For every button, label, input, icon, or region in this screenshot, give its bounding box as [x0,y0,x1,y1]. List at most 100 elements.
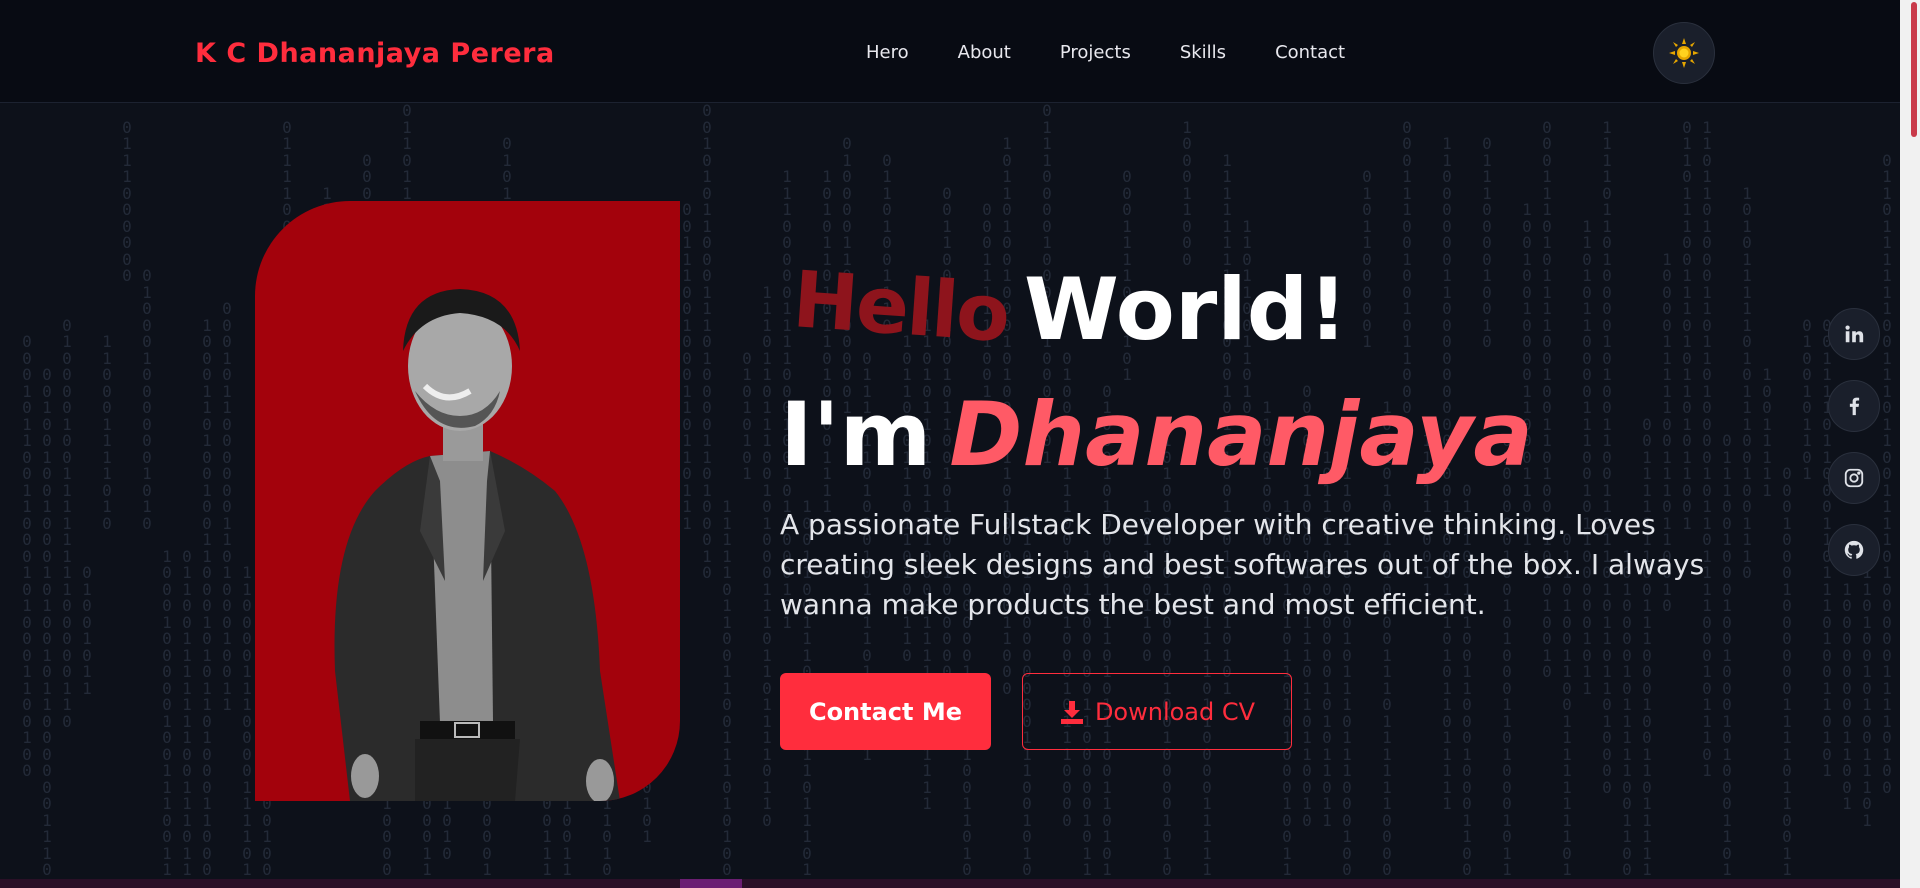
matrix-column: 1 0 1 0 1 1 1 1 1 0 1 0 1 1 1 0 0 1 0 0 … [1742,183,1752,582]
matrix-column: 1 0 1 1 1 0 1 1 0 0 [1142,497,1152,665]
social-links [1828,308,1880,596]
matrix-column: 0 0 0 0 0 1 1 1 0 0 1 0 0 1 1 0 1 0 0 [962,579,972,888]
matrix-column: 0 0 1 0 0 0 1 0 0 0 1 1 0 1 1 1 1 0 1 1 … [1302,381,1312,830]
matrix-column: 1 1 0 1 1 1 0 0 0 0 1 0 1 1 1 0 1 1 1 0 … [1342,464,1352,888]
sun-icon [1669,38,1699,68]
matrix-column: 0 0 0 1 1 1 0 0 1 0 0 1 0 1 1 0 0 0 0 [1402,117,1412,434]
page-scrollbar[interactable] [1900,0,1920,888]
name-line: I'm Dhananjaya [780,383,1533,486]
matrix-column: 0 0 1 0 0 1 0 0 1 0 0 0 1 0 1 0 0 1 0 1 … [42,365,52,879]
brand-logo[interactable]: K C Dhananjaya Perera [195,38,555,69]
matrix-column: 0 0 0 1 0 1 1 0 0 0 0 0 0 1 1 0 1 0 0 0 … [222,299,232,714]
matrix-column: 1 0 0 1 1 1 1 0 1 1 0 0 0 0 1 1 1 1 1 0 [1202,563,1212,888]
matrix-column: 1 1 0 0 0 1 1 1 1 0 1 0 [102,332,112,533]
github-icon [1844,540,1864,559]
nav-link-contact[interactable]: Contact [1275,42,1345,63]
matrix-column: 0 1 0 1 0 1 0 1 [742,348,752,483]
hello-text: Hello [790,255,1012,361]
matrix-column: 0 1 0 0 0 0 1 0 0 1 1 1 1 1 1 1 1 0 0 0 … [62,315,72,731]
matrix-column: 1 0 1 1 0 0 0 1 1 1 0 1 1 0 1 0 1 1 1 0 [902,332,912,665]
matrix-column: 1 0 1 0 1 1 0 1 0 1 1 0 1 0 0 0 0 1 1 1 … [822,167,832,516]
linkedin-button[interactable] [1828,308,1880,360]
matrix-column: 0 1 1 1 0 0 1 0 0 0 1 0 0 1 0 0 0 1 0 1 … [1722,431,1732,888]
matrix-column: 0 1 0 0 0 1 0 0 0 0 0 0 1 0 1 0 [142,266,152,533]
contact-me-label: Contact Me [808,697,963,726]
matrix-column: 1 1 0 0 0 0 1 1 1 0 0 0 0 1 1 1 1 0 1 0 [242,563,252,888]
matrix-column: 1 0 1 0 0 0 0 1 0 1 1 1 1 1 0 0 1 1 0 0 … [1622,546,1632,888]
matrix-column: 1 1 1 1 1 1 1 1 1 1 0 0 0 0 1 0 1 1 1 0 … [1222,150,1232,698]
matrix-column: 0 1 1 0 1 1 1 1 1 1 0 0 1 1 1 0 1 1 0 0 … [1882,150,1892,797]
im-text: I'm [780,383,932,486]
matrix-column: 1 0 0 1 0 1 0 1 1 0 1 0 1 0 0 1 1 1 0 1 … [1382,398,1392,888]
matrix-column: 0 1 1 0 1 0 0 1 1 0 0 1 1 1 1 1 1 1 1 0 … [1562,530,1572,888]
matrix-column: 0 0 0 1 0 0 0 1 0 0 0 0 0 0 1 1 1 1 0 1 … [1782,464,1792,888]
facebook-button[interactable] [1828,380,1880,432]
matrix-column: 0 0 0 1 1 1 0 1 0 1 1 1 1 0 0 1 0 0 1 1 … [1542,117,1552,681]
matrix-column: 1 0 0 0 0 1 1 1 1 1 0 0 1 1 1 0 1 1 0 0 … [1662,249,1672,615]
matrix-column: 0 1 0 0 0 1 0 1 0 0 0 0 1 0 1 1 0 1 0 1 … [1102,381,1112,888]
nav-link-about[interactable]: About [958,42,1011,63]
matrix-column: 1 1 1 0 0 0 0 0 1 1 1 1 0 0 0 1 0 0 1 0 … [782,167,792,632]
matrix-column: 1 1 0 0 1 0 0 0 0 [1262,398,1272,549]
matrix-column: 1 1 1 1 0 1 1 0 1 0 0 0 0 1 0 1 0 0 1 1 … [1602,117,1612,797]
matrix-column: 1 1 0 1 1 0 0 1 1 0 1 0 [1242,216,1252,417]
matrix-column: 1 0 0 0 1 1 0 1 0 0 1 0 0 1 1 0 0 0 1 0 … [202,315,212,888]
matrix-column: 0 1 0 0 1 0 1 1 [82,563,92,698]
scrollbar-thumb[interactable] [1911,2,1917,137]
matrix-column: 0 1 1 0 1 1 1 0 0 1 1 1 0 1 0 1 1 0 1 0 … [1682,117,1692,533]
facebook-icon [1849,397,1860,416]
matrix-column: 1 0 0 0 0 1 0 1 0 1 1 0 1 0 1 0 0 0 1 0 … [1282,497,1292,888]
matrix-column: 0 0 0 1 1 1 1 0 0 1 1 0 1 [1122,167,1132,384]
download-cv-label: Download CV [1094,697,1256,726]
matrix-column: 0 0 1 1 1 1 1 1 1 0 0 1 1 1 0 0 0 1 0 0 … [1642,414,1652,888]
hero-tagline: A passionate Fullstack Developer with cr… [780,508,1705,621]
matrix-column: 1 0 0 0 1 1 0 0 0 [1182,117,1192,269]
matrix-column: 0 1 1 1 0 0 0 0 1 0 0 0 1 0 1 0 0 0 0 0 … [1042,103,1052,467]
matrix-column: 1 1 0 0 0 0 0 0 1 1 0 0 0 0 0 0 0 0 0 1 … [1442,134,1452,813]
matrix-column: 0 0 1 0 1 0 1 1 0 0 0 1 1 1 0 1 0 0 0 0 … [702,103,712,582]
matrix-column: 0 0 0 1 1 1 1 1 1 0 0 1 0 [982,200,992,417]
matrix-column: 1 1 0 1 0 1 1 0 1 0 1 1 0 1 0 0 0 0 1 1 … [922,315,932,813]
bottom-scroll-indicator [680,879,742,888]
instagram-icon [1844,468,1864,488]
matrix-column: 0 1 0 0 0 0 0 1 1 1 0 0 1 0 0 0 1 0 0 0 … [1062,348,1072,830]
matrix-column: 0 1 1 0 1 0 0 1 1 1 0 [882,150,892,335]
matrix-column: 0 1 1 1 0 0 1 0 1 0 0 1 1 0 0 0 1 0 0 0 … [1462,480,1472,888]
profile-photo-card [255,201,680,801]
nav-link-skills[interactable]: Skills [1180,42,1226,63]
matrix-column: 0 1 1 0 0 1 1 1 1 1 1 1 0 0 1 1 1 0 1 1 … [182,546,192,888]
matrix-column: 1 1 0 1 0 1 0 0 0 0 0 0 0 1 1 1 0 0 1 0 … [1022,513,1032,888]
matrix-column: 0 0 0 1 0 1 1 0 0 1 1 0 0 0 1 0 1 0 0 0 … [22,332,32,780]
world-text: World! [1024,260,1348,360]
nav-link-hero[interactable]: Hero [866,42,909,63]
theme-toggle-button[interactable] [1653,22,1715,84]
instagram-button[interactable] [1828,452,1880,504]
matrix-column: 1 1 0 1 1 0 1 0 0 0 1 1 0 1 1 0 1 0 0 0 … [1702,117,1712,780]
matrix-column: 1 1 0 1 0 1 1 0 0 0 0 1 1 1 0 0 1 0 1 1 … [1582,216,1592,698]
matrix-column: 0 1 1 1 1 1 1 0 1 0 1 0 1 0 1 1 1 1 0 1 … [862,348,872,764]
matrix-column: 1 0 1 1 0 1 0 0 1 0 0 0 1 0 1 0 0 0 0 1 … [1002,134,1012,698]
matrix-column: 1 0 0 1 1 1 1 1 [1762,365,1772,500]
matrix-column: 1 0 0 0 1 0 0 0 0 0 1 0 0 1 1 1 0 0 1 1 … [162,546,172,888]
download-cv-button[interactable]: Download CV [1022,673,1292,750]
linkedin-icon [1845,325,1864,343]
matrix-column: 0 1 0 0 0 0 0 1 0 0 1 0 1 0 0 0 1 1 0 1 … [1502,431,1512,888]
profile-photo [334,289,620,801]
matrix-column: 1 0 1 1 1 1 0 0 0 0 0 0 0 0 1 0 1 0 1 1 … [1322,447,1332,830]
matrix-column: 0 1 1 1 0 0 0 0 1 0 0 1 0 [1482,134,1492,351]
bottom-scroll-strip [0,879,1900,888]
matrix-column: 0 1 0 1 1 0 0 0 0 0 1 [1362,167,1372,351]
nav-link-projects[interactable]: Projects [1060,42,1131,63]
matrix-column: 1 0 1 0 0 0 0 1 0 1 1 0 0 0 0 1 0 0 1 0 … [1162,431,1172,888]
contact-me-button[interactable]: Contact Me [780,673,991,750]
github-button[interactable] [1828,524,1880,576]
navbar: K C Dhananjaya Perera Hero About Project… [0,0,1900,103]
matrix-column: 1 1 0 1 1 0 0 0 1 1 [1422,431,1432,599]
matrix-column: 0 1 1 1 0 0 0 0 0 0 [122,117,132,285]
matrix-column: 0 1 0 0 0 0 1 1 0 0 0 0 0 0 0 0 1 [842,134,852,417]
matrix-column: 1 0 1 1 0 0 0 0 0 1 1 0 0 0 0 0 1 0 1 1 … [1082,546,1092,888]
matrix-column: 1 1 1 0 1 1 0 1 1 1 0 0 1 0 1 0 0 0 1 1 … [762,282,772,830]
nav-links: Hero About Projects Skills Contact [866,42,1394,63]
matrix-column: 0 1 0 0 1 0 1 1 0 1 [1802,315,1812,483]
matrix-column: 1 0 0 1 0 0 1 0 0 0 0 1 1 0 0 0 1 1 0 0 … [1522,200,1532,566]
